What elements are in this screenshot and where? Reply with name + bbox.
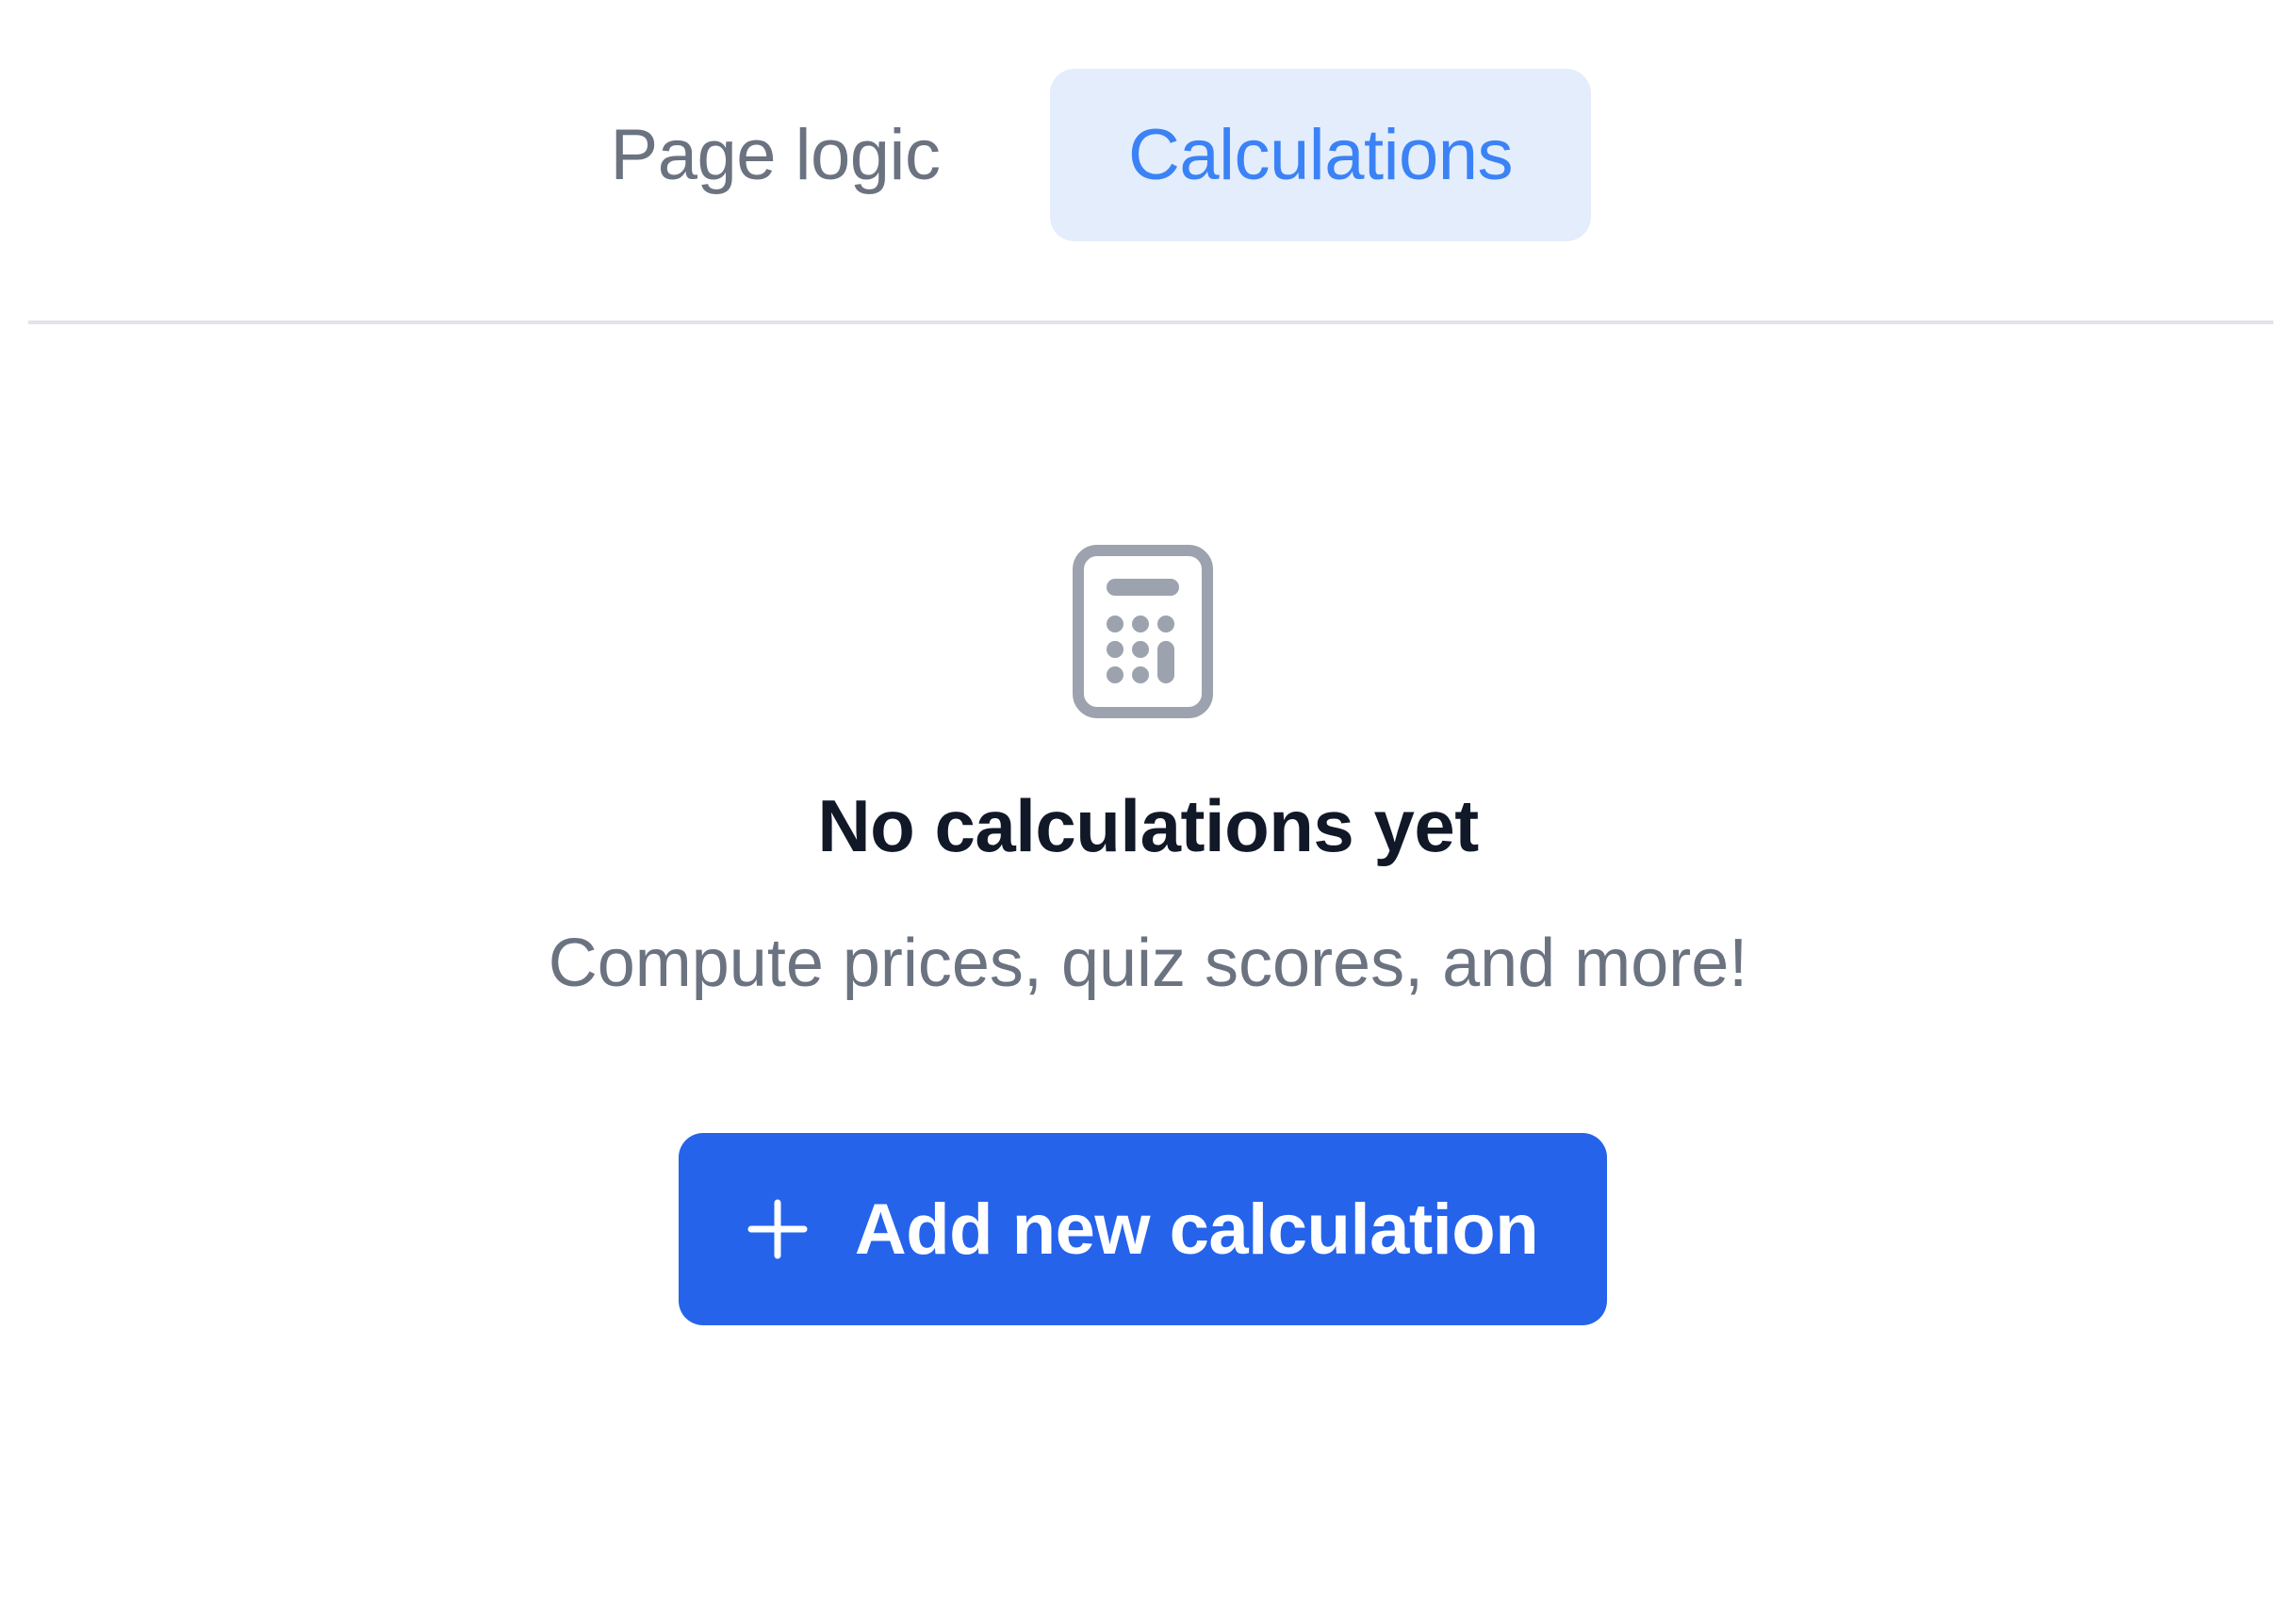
tab-calculations-label: Calculations	[1128, 115, 1514, 195]
plus-icon	[747, 1199, 808, 1259]
tab-page-logic-label: Page logic	[610, 115, 941, 195]
add-new-calculation-button[interactable]: Add new calculation	[679, 1133, 1607, 1325]
calculator-icon	[1073, 545, 1213, 718]
tab-calculations[interactable]: Calculations	[1050, 69, 1591, 241]
add-new-calculation-label: Add new calculation	[854, 1189, 1539, 1270]
tab-page-logic[interactable]: Page logic	[551, 69, 999, 241]
logic-tabs: Page logic Calculations	[0, 0, 2296, 326]
tabs-divider	[28, 320, 2273, 324]
empty-state-title: No calculations yet	[817, 784, 1479, 867]
empty-state-subtitle: Compute prices, quiz scores, and more!	[548, 926, 1748, 1001]
